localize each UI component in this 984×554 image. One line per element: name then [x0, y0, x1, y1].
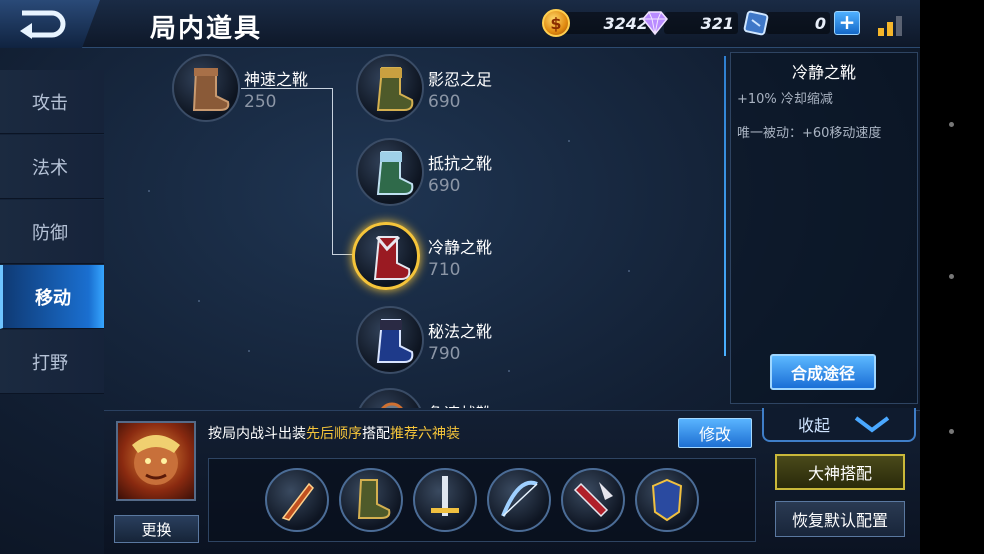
calm-boots-icon — [352, 222, 420, 290]
reset-default-button[interactable]: 恢复默认配置 — [775, 501, 905, 537]
nav-dot — [949, 274, 954, 279]
axe-item-icon — [573, 482, 613, 518]
craft-path-button[interactable]: 合成途径 — [770, 354, 876, 390]
item-name: 急速战靴 — [428, 400, 492, 408]
item-price: 710 — [428, 260, 461, 280]
nav-dot — [949, 122, 954, 127]
sidebar-item-jungle[interactable]: 打野 — [0, 330, 104, 394]
item-name: 影忍之足 — [428, 70, 493, 89]
category-sidebar: 攻击 法术 防御 移动 打野 — [0, 70, 104, 395]
hint-mid: 搭配 — [362, 426, 390, 442]
plus-icon: + — [838, 10, 856, 34]
add-currency-button[interactable]: + — [834, 11, 860, 35]
nav-dot — [949, 429, 954, 434]
gold-coin-icon: $ — [542, 9, 570, 37]
swift-war-boots-icon — [356, 388, 424, 408]
equipment-slot[interactable] — [561, 468, 625, 532]
diamond-icon — [642, 11, 668, 36]
expert-build-button[interactable]: 大神搭配 — [775, 454, 905, 490]
diamond-value: 321 — [664, 12, 738, 34]
diamond-balance: 321 — [640, 10, 738, 36]
item-price: 250 — [244, 92, 277, 112]
arcane-boots-icon — [356, 306, 424, 374]
equipment-slot[interactable] — [339, 468, 403, 532]
equipment-slot[interactable] — [265, 468, 329, 532]
equipment-slot[interactable] — [487, 468, 551, 532]
tree-connector — [332, 88, 333, 255]
speed-boots-icon — [172, 54, 240, 122]
hero-face-icon — [132, 435, 180, 485]
voucher-icon — [743, 10, 769, 36]
sidebar-item-movement[interactable]: 移动 — [0, 265, 104, 329]
modify-button[interactable]: 修改 — [678, 418, 752, 448]
hint-six: 推荐六神装 — [390, 426, 460, 442]
collapse-label: 收起 — [798, 416, 831, 435]
item-price: 790 — [428, 344, 461, 364]
top-bar: 局内道具 $ 3242 321 0 + — [0, 0, 920, 48]
back-arrow-icon — [20, 10, 66, 39]
detail-title: 冷静之靴 — [791, 63, 856, 82]
chevron-down-icon — [854, 416, 890, 433]
game-screen: 局内道具 $ 3242 321 0 + 攻击 法术 防御 移动 打野 神速之靴 … — [0, 0, 920, 554]
item-price: 690 — [428, 92, 461, 112]
back-button[interactable] — [0, 0, 100, 48]
sidebar-item-magic[interactable]: 法术 — [0, 135, 104, 199]
item-price: 690 — [428, 176, 461, 196]
equipment-slot[interactable] — [635, 468, 699, 532]
equipment-slot[interactable] — [413, 468, 477, 532]
item-detail-panel: 冷静之靴 +10% 冷却缩减 唯一被动：+60移动速度 — [730, 52, 918, 404]
scroll-indicator[interactable] — [724, 56, 726, 356]
change-hero-button[interactable]: 更换 — [114, 515, 199, 543]
sidebar-item-defense[interactable]: 防御 — [0, 200, 104, 264]
page-title: 局内道具 — [150, 14, 263, 44]
voucher-balance: 0 + — [742, 10, 860, 36]
bow-item-icon — [501, 480, 538, 517]
detail-passive: 唯一被动：+60移动速度 — [737, 126, 882, 141]
collapse-toggle[interactable]: 收起 — [762, 408, 916, 442]
voucher-value: 0 — [766, 12, 830, 34]
hint-order: 先后顺序 — [306, 426, 362, 442]
hero-portrait[interactable] — [116, 421, 196, 501]
boots-item-icon — [357, 479, 391, 519]
item-name: 冷静之靴 — [428, 238, 493, 257]
tree-connector — [332, 254, 354, 255]
blade-item-icon — [281, 482, 314, 521]
signal-bars-icon — [874, 12, 910, 36]
item-name: 秘法之靴 — [428, 322, 493, 341]
gold-balance: $ 3242 — [542, 9, 652, 37]
shadow-boots-icon — [356, 54, 424, 122]
gold-value: 3242 — [560, 12, 652, 34]
loadout-hint: 按局内战斗出装先后顺序搭配推荐六神装 — [208, 423, 460, 443]
sword-item-icon — [431, 476, 459, 516]
resistance-boots-icon — [356, 138, 424, 206]
armor-item-icon — [651, 478, 683, 522]
detail-stat: +10% 冷却缩减 — [737, 92, 833, 107]
sidebar-item-attack[interactable]: 攻击 — [0, 70, 104, 134]
item-name: 抵抗之靴 — [428, 154, 493, 173]
item-name: 神速之靴 — [244, 70, 309, 89]
hint-prefix: 按局内战斗出装 — [208, 426, 306, 442]
item-tree: 神速之靴 250 影忍之足 690 抵抗之靴 690 冷静之靴 710 秘法之靴… — [108, 50, 724, 408]
